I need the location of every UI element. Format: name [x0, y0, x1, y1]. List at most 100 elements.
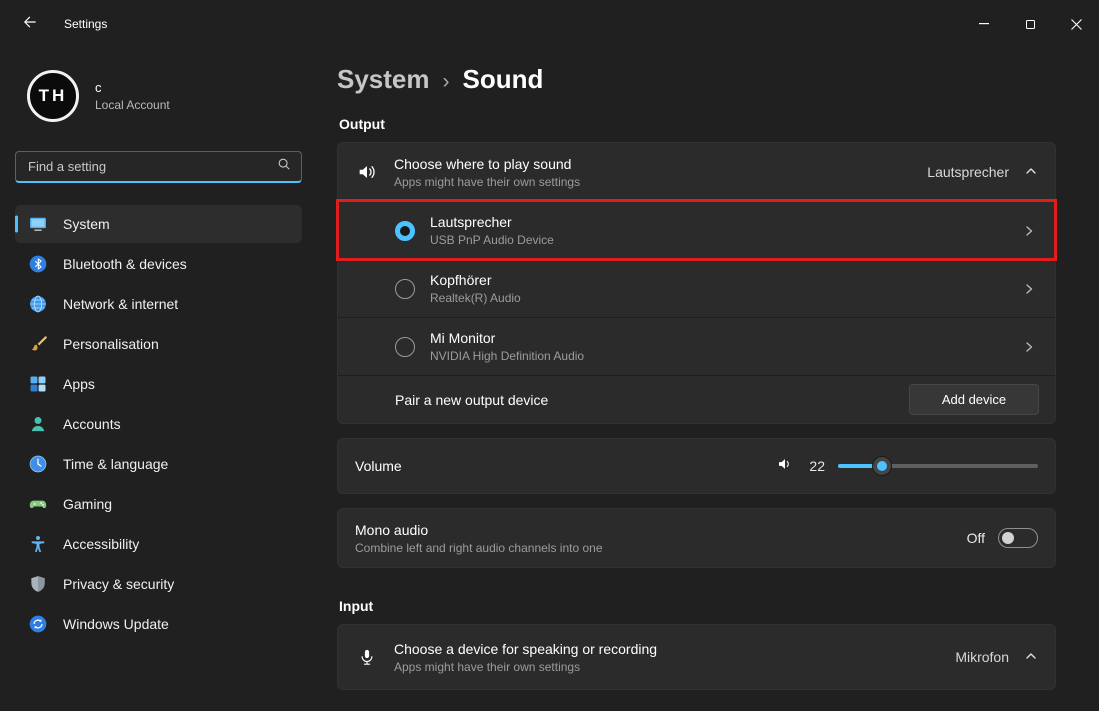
- sidebar-item-label: Bluetooth & devices: [63, 256, 187, 272]
- sidebar-item-label: Privacy & security: [63, 576, 174, 592]
- time-language-icon: [28, 454, 48, 474]
- speaker-icon: [355, 161, 379, 183]
- pair-output-device-row: Pair a new output device Add device: [338, 375, 1055, 423]
- sidebar-item-system[interactable]: System: [15, 205, 302, 243]
- sidebar-item-time-language[interactable]: Time & language: [15, 445, 302, 483]
- sidebar-item-label: Apps: [63, 376, 95, 392]
- system-icon: [28, 214, 48, 234]
- volume-label: Volume: [355, 458, 402, 474]
- privacy-security-icon: [28, 574, 48, 594]
- back-arrow-icon: [23, 15, 37, 34]
- input-selected-device: Mikrofon: [955, 649, 1009, 665]
- breadcrumb: System › Sound: [337, 64, 1056, 95]
- sidebar-item-privacy-security[interactable]: Privacy & security: [15, 565, 302, 603]
- input-chooser-title: Choose a device for speaking or recordin…: [394, 641, 657, 657]
- sidebar-item-bluetooth-devices[interactable]: Bluetooth & devices: [15, 245, 302, 283]
- search-icon: [277, 157, 291, 176]
- chevron-right-icon: [1022, 224, 1036, 238]
- sidebar-item-network-internet[interactable]: Network & internet: [15, 285, 302, 323]
- input-section-label: Input: [339, 598, 1056, 614]
- sidebar: TH c Local Account System: [0, 48, 312, 711]
- sidebar-item-label: Accessibility: [63, 536, 139, 552]
- sidebar-item-accessibility[interactable]: Accessibility: [15, 525, 302, 563]
- chevron-right-icon: [1022, 340, 1036, 354]
- maximize-icon: [1026, 20, 1035, 29]
- sidebar-item-label: Gaming: [63, 496, 112, 512]
- radio-unselected[interactable]: [395, 337, 415, 357]
- device-description: Realtek(R) Audio: [430, 291, 521, 305]
- sidebar-item-apps[interactable]: Apps: [15, 365, 302, 403]
- sidebar-nav: System Bluetooth & devices Network & int…: [15, 204, 302, 644]
- minimize-button[interactable]: [961, 0, 1007, 48]
- breadcrumb-separator: ›: [443, 70, 450, 94]
- app-title: Settings: [64, 17, 107, 31]
- volume-slider-thumb[interactable]: [873, 457, 891, 475]
- add-device-button[interactable]: Add device: [909, 384, 1039, 415]
- device-description: USB PnP Audio Device: [430, 233, 554, 247]
- maximize-button[interactable]: [1007, 0, 1053, 48]
- device-row-mi-monitor[interactable]: Mi Monitor NVIDIA High Definition Audio: [338, 317, 1055, 375]
- output-device-card: Choose where to play sound Apps might ha…: [337, 142, 1056, 424]
- back-button[interactable]: [10, 7, 50, 41]
- input-device-card: Choose a device for speaking or recordin…: [337, 624, 1056, 690]
- search-box: [15, 151, 302, 183]
- device-name: Mi Monitor: [430, 330, 584, 346]
- mono-audio-card: Mono audio Combine left and right audio …: [337, 508, 1056, 568]
- microphone-icon: [355, 648, 379, 666]
- mono-toggle-state: Off: [967, 530, 985, 546]
- radio-unselected[interactable]: [395, 279, 415, 299]
- titlebar: Settings: [0, 0, 1099, 48]
- toggle-knob: [1002, 532, 1014, 544]
- chevron-up-icon: [1024, 164, 1038, 181]
- mono-audio-subtitle: Combine left and right audio channels in…: [355, 541, 603, 555]
- sidebar-item-personalisation[interactable]: Personalisation: [15, 325, 302, 363]
- sidebar-item-label: Time & language: [63, 456, 168, 472]
- personalisation-icon: [28, 334, 48, 354]
- window-controls: [961, 0, 1099, 48]
- search-input[interactable]: [28, 159, 277, 174]
- sidebar-item-label: Network & internet: [63, 296, 178, 312]
- volume-value: 22: [807, 458, 825, 474]
- network-icon: [28, 294, 48, 314]
- output-chooser-subtitle: Apps might have their own settings: [394, 175, 580, 189]
- output-section-label: Output: [339, 116, 1056, 132]
- volume-card: Volume 22: [337, 438, 1056, 494]
- volume-speaker-icon[interactable]: [776, 455, 794, 478]
- chevron-up-icon: [1024, 649, 1038, 666]
- sidebar-item-label: Personalisation: [63, 336, 159, 352]
- page-title: Sound: [463, 64, 544, 95]
- device-name: Kopfhörer: [430, 272, 521, 288]
- input-chooser-header[interactable]: Choose a device for speaking or recordin…: [338, 625, 1055, 689]
- close-button[interactable]: [1053, 0, 1099, 48]
- sidebar-item-label: Windows Update: [63, 616, 169, 632]
- sidebar-item-label: Accounts: [63, 416, 121, 432]
- sidebar-item-gaming[interactable]: Gaming: [15, 485, 302, 523]
- device-name: Lautsprecher: [430, 214, 554, 230]
- sidebar-item-label: System: [63, 216, 110, 232]
- windows-update-icon: [28, 614, 48, 634]
- user-account-block[interactable]: TH c Local Account: [27, 70, 302, 122]
- output-chooser-title: Choose where to play sound: [394, 156, 580, 172]
- mono-audio-title: Mono audio: [355, 522, 603, 538]
- chevron-right-icon: [1022, 282, 1036, 296]
- pair-device-label: Pair a new output device: [395, 392, 548, 408]
- main-content: System › Sound Output Choose where to pl…: [312, 48, 1099, 711]
- apps-icon: [28, 374, 48, 394]
- device-row-kopfhoerer[interactable]: Kopfhörer Realtek(R) Audio: [338, 259, 1055, 317]
- radio-selected[interactable]: [395, 221, 415, 241]
- volume-slider[interactable]: [838, 456, 1038, 476]
- device-description: NVIDIA High Definition Audio: [430, 349, 584, 363]
- sidebar-item-windows-update[interactable]: Windows Update: [15, 605, 302, 643]
- sidebar-item-accounts[interactable]: Accounts: [15, 405, 302, 443]
- breadcrumb-system[interactable]: System: [337, 64, 430, 95]
- volume-slider-track[interactable]: [838, 464, 1038, 468]
- settings-window: Settings TH c Local Account: [0, 0, 1099, 711]
- mono-audio-toggle[interactable]: [998, 528, 1038, 548]
- avatar: TH: [27, 70, 79, 122]
- output-chooser-header[interactable]: Choose where to play sound Apps might ha…: [338, 143, 1055, 201]
- input-chooser-subtitle: Apps might have their own settings: [394, 660, 657, 674]
- selection-indicator: [15, 216, 18, 233]
- gaming-icon: [28, 494, 48, 514]
- device-row-lautsprecher[interactable]: Lautsprecher USB PnP Audio Device: [338, 201, 1055, 259]
- output-selected-device: Lautsprecher: [927, 164, 1009, 180]
